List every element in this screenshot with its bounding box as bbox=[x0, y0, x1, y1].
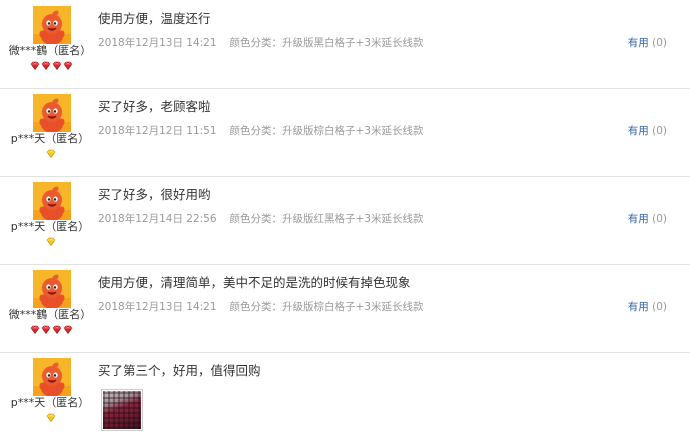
helpful-vote: 有用 (0) bbox=[628, 211, 667, 226]
review-date: 2018年12月14日 22:56 bbox=[98, 213, 217, 225]
avatar-icon[interactable] bbox=[33, 358, 71, 397]
buyer-level-badges bbox=[0, 413, 102, 423]
review-meta: 2018年12月13日 14:21 颜色分类：升级版黑白格子+3米延长线款 bbox=[98, 35, 424, 50]
review-date: 2018年12月12日 11:51 bbox=[98, 125, 217, 137]
review-meta: 2018年12月13日 14:21 颜色分类：升级版棕白格子+3米延长线款 bbox=[98, 299, 424, 314]
avatar-icon[interactable] bbox=[33, 6, 71, 45]
yellow-diamond-badge-icon bbox=[46, 237, 56, 246]
review-item: 微***鶴（匿名） 使用方便，温度还行 2018年12月13日 14:21 颜色分类… bbox=[0, 0, 690, 89]
color-variant-value: 升级版红黑格子+3米延长线款 bbox=[282, 213, 424, 225]
color-variant-value: 升级版黑白格子+3米延长线款 bbox=[282, 37, 424, 49]
reviewer-name: p***天（匿名） bbox=[10, 132, 90, 145]
color-variant-label: 颜色分类： bbox=[229, 301, 283, 313]
helpful-vote: 有用 (0) bbox=[628, 299, 667, 314]
helpful-count: (0) bbox=[652, 213, 667, 225]
reviewer-name: 微***鶴（匿名） bbox=[8, 308, 92, 321]
review-date: 2018年12月13日 14:21 bbox=[98, 301, 217, 313]
review-item: p***天（匿名） 买了第三个，好用，值得回购 bbox=[0, 352, 690, 442]
review-item: p***天（匿名） 买了好多，很好用哟 2018年12月14日 22:56 颜色分类… bbox=[0, 176, 690, 265]
yellow-diamond-badge-icon bbox=[46, 149, 56, 158]
helpful-vote: 有用 (0) bbox=[628, 123, 667, 138]
helpful-count: (0) bbox=[652, 37, 667, 49]
helpful-vote: 有用 (0) bbox=[628, 35, 667, 50]
helpful-button[interactable]: 有用 bbox=[628, 37, 649, 49]
review-item: 微***鶴（匿名） 使用方便，清理简单，美中不足的是洗的时候有掉色现象 2018年… bbox=[0, 264, 690, 353]
color-variant-label: 颜色分类： bbox=[229, 37, 283, 49]
review-date: 2018年12月13日 14:21 bbox=[98, 37, 217, 49]
reviewer-name: 微***鶴（匿名） bbox=[8, 44, 92, 57]
red-heart-badge-icon bbox=[52, 61, 62, 70]
review-text: 买了好多，很好用哟 bbox=[98, 187, 211, 202]
review-meta: 2018年12月14日 22:56 颜色分类：升级版红黑格子+3米延长线款 bbox=[98, 211, 424, 226]
buyer-level-badges bbox=[0, 237, 102, 247]
review-text: 使用方便，温度还行 bbox=[98, 11, 211, 26]
color-variant-value: 升级版棕白格子+3米延长线款 bbox=[282, 125, 424, 137]
review-photo-thumbnail[interactable] bbox=[101, 389, 143, 431]
review-meta: 2018年12月12日 11:51 颜色分类：升级版棕白格子+3米延长线款 bbox=[98, 123, 424, 138]
color-variant-value: 升级版棕白格子+3米延长线款 bbox=[282, 301, 424, 313]
reviewer-name: p***天（匿名） bbox=[10, 396, 90, 409]
color-variant-label: 颜色分类： bbox=[229, 213, 283, 225]
yellow-diamond-badge-icon bbox=[46, 413, 56, 422]
buyer-level-badges bbox=[0, 149, 102, 159]
avatar-icon[interactable] bbox=[33, 94, 71, 133]
red-heart-badge-icon bbox=[30, 61, 40, 70]
red-heart-badge-icon bbox=[63, 325, 73, 334]
helpful-button[interactable]: 有用 bbox=[628, 125, 649, 137]
helpful-button[interactable]: 有用 bbox=[628, 301, 649, 313]
buyer-level-badges bbox=[0, 325, 102, 335]
color-variant-label: 颜色分类： bbox=[229, 125, 283, 137]
helpful-count: (0) bbox=[652, 125, 667, 137]
red-heart-badge-icon bbox=[41, 61, 51, 70]
helpful-count: (0) bbox=[652, 301, 667, 313]
buyer-level-badges bbox=[0, 61, 102, 71]
avatar-icon[interactable] bbox=[33, 270, 71, 309]
red-heart-badge-icon bbox=[63, 61, 73, 70]
review-list: 微***鶴（匿名） 使用方便，温度还行 2018年12月13日 14:21 颜色分类… bbox=[0, 0, 690, 436]
review-text: 买了好多，老顾客啦 bbox=[98, 99, 211, 114]
review-item: p***天（匿名） 买了好多，老顾客啦 2018年12月12日 11:51 颜色分类… bbox=[0, 88, 690, 177]
review-text: 买了第三个，好用，值得回购 bbox=[98, 363, 261, 378]
review-text: 使用方便，清理简单，美中不足的是洗的时候有掉色现象 bbox=[98, 275, 411, 290]
red-heart-badge-icon bbox=[41, 325, 51, 334]
helpful-button[interactable]: 有用 bbox=[628, 213, 649, 225]
reviewer-name: p***天（匿名） bbox=[10, 220, 90, 233]
avatar-icon[interactable] bbox=[33, 182, 71, 221]
red-heart-badge-icon bbox=[52, 325, 62, 334]
red-heart-badge-icon bbox=[30, 325, 40, 334]
